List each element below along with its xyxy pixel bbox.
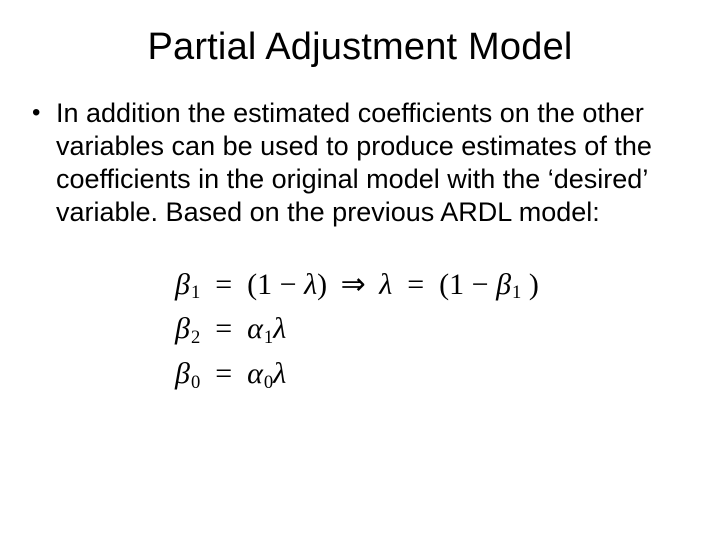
bullet-item: • In addition the estimated coefficients… (30, 97, 690, 229)
sym-lambda-3: λ (273, 312, 286, 345)
bullet-marker: • (32, 97, 56, 128)
equation-block: β1 = (1 − λ) ⇒ λ = (1 − β1 ) β2 = α1λ β0… (175, 263, 690, 397)
sym-close-2: ) (529, 268, 539, 301)
sym-lambda-4: λ (273, 357, 286, 390)
sub-1: 1 (190, 282, 200, 303)
sym-beta-2: β (496, 268, 511, 301)
sym-beta-4: β (175, 357, 190, 390)
slide-title: Partial Adjustment Model (30, 26, 690, 69)
sub-0b: 0 (263, 372, 273, 393)
num-1b: 1 (449, 268, 464, 301)
sym-eq-2: = (407, 268, 424, 301)
num-1: 1 (257, 268, 272, 301)
sym-eq: = (215, 268, 232, 301)
sym-eq-4: = (215, 357, 232, 390)
sym-close: ) (317, 268, 327, 301)
sub-1b: 1 (511, 282, 521, 303)
sym-open-2: ( (439, 268, 449, 301)
bullet-text: In addition the estimated coefficients o… (56, 97, 688, 229)
equation-row-3: β0 = α0λ (175, 352, 690, 397)
sym-lambda: λ (304, 268, 317, 301)
sym-alpha-2: α (247, 357, 263, 390)
sym-minus-2: − (472, 268, 489, 301)
sym-beta: β (175, 268, 190, 301)
sub-0: 0 (190, 372, 200, 393)
sub-2: 2 (190, 327, 200, 348)
equation-row-1: β1 = (1 − λ) ⇒ λ = (1 − β1 ) (175, 263, 690, 308)
sym-alpha: α (247, 312, 263, 345)
sym-minus: − (280, 268, 297, 301)
equation-row-2: β2 = α1λ (175, 307, 690, 352)
sub-1c: 1 (263, 327, 273, 348)
slide: Partial Adjustment Model • In addition t… (0, 0, 720, 540)
sym-implies: ⇒ (335, 268, 372, 301)
sym-beta-3: β (175, 312, 190, 345)
sym-lambda-2: λ (379, 268, 392, 301)
sym-open: ( (247, 268, 257, 301)
sym-eq-3: = (215, 312, 232, 345)
